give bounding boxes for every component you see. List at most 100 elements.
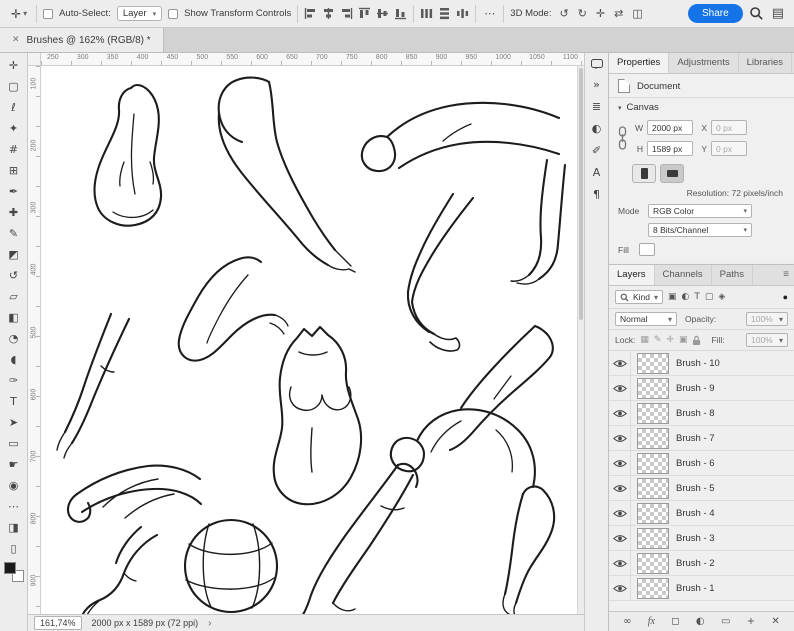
layer-row[interactable]: Brush - 9 xyxy=(609,376,794,401)
color-mode-dropdown[interactable]: RGB Color ▾ xyxy=(648,204,752,218)
layer-thumbnail[interactable] xyxy=(637,527,669,549)
vertical-ruler[interactable]: 100 200 300 400 500 600 700 800 900 xyxy=(28,66,41,614)
distribute-vertical-icon[interactable] xyxy=(438,7,451,20)
canvas-fill-swatch[interactable] xyxy=(638,243,655,256)
current-tool-button[interactable]: ✛ ▾ xyxy=(8,5,30,23)
lock-all-icon[interactable] xyxy=(692,335,701,346)
3d-drag-icon[interactable]: ✛ xyxy=(594,7,607,20)
layer-row[interactable]: Brush - 10 xyxy=(609,351,794,376)
comment-icon[interactable] xyxy=(590,59,603,69)
clone-stamp-tool[interactable]: ◩ xyxy=(2,244,26,265)
layer-name[interactable]: Brush - 5 xyxy=(676,483,715,494)
history-brush-tool[interactable]: ↺ xyxy=(2,265,26,286)
layer-visibility-toggle[interactable] xyxy=(609,551,631,575)
layer-name[interactable]: Brush - 8 xyxy=(676,408,715,419)
filter-shape-layers-icon[interactable]: ▢ xyxy=(704,292,715,302)
share-button[interactable]: Share xyxy=(688,4,743,23)
align-right-icon[interactable] xyxy=(340,7,353,20)
landscape-orientation-button[interactable] xyxy=(660,164,684,183)
marquee-tool[interactable]: ▢ xyxy=(2,76,26,97)
frame-tool[interactable]: ⊞ xyxy=(2,160,26,181)
healing-brush-tool[interactable]: ✚ xyxy=(2,202,26,223)
layer-visibility-toggle[interactable] xyxy=(609,351,631,375)
dodge-tool[interactable]: ◖ xyxy=(2,349,26,370)
lock-pixels-icon[interactable]: ✎ xyxy=(653,335,663,345)
link-layers-icon[interactable]: ∞ xyxy=(623,616,631,627)
add-mask-icon[interactable]: ◻ xyxy=(671,616,679,627)
portrait-orientation-button[interactable] xyxy=(632,164,656,183)
tab-paths[interactable]: Paths xyxy=(712,265,753,285)
shape-tool[interactable]: ▭ xyxy=(2,433,26,454)
layer-visibility-toggle[interactable] xyxy=(609,476,631,500)
width-input[interactable] xyxy=(647,120,693,135)
brush-settings-icon[interactable]: ✐ xyxy=(590,143,603,158)
section-collapse-icon[interactable]: ▾ xyxy=(618,104,622,112)
layer-row[interactable]: Brush - 5 xyxy=(609,476,794,501)
filter-smart-objects-icon[interactable]: ◈ xyxy=(717,292,726,302)
gradient-tool[interactable]: ◧ xyxy=(2,307,26,328)
layer-thumbnail[interactable] xyxy=(637,577,669,599)
lock-artboard-icon[interactable]: ▣ xyxy=(678,335,689,345)
panel-menu-icon[interactable]: ≡ xyxy=(778,265,794,285)
height-input[interactable] xyxy=(647,141,693,156)
align-center-h-icon[interactable] xyxy=(322,7,335,20)
layer-name[interactable]: Brush - 6 xyxy=(676,458,715,469)
y-input[interactable] xyxy=(711,141,747,156)
distribute-spacing-icon[interactable] xyxy=(456,7,469,20)
hand-tool[interactable]: ☛ xyxy=(2,454,26,475)
search-icon[interactable] xyxy=(749,6,764,21)
auto-select-target-dropdown[interactable]: Layer ▾ xyxy=(116,6,163,21)
filter-pixel-layers-icon[interactable]: ▣ xyxy=(667,292,678,302)
layer-visibility-toggle[interactable] xyxy=(609,426,631,450)
edit-toolbar-icon[interactable]: ⋯ xyxy=(2,496,26,517)
new-adjustment-icon[interactable]: ◐ xyxy=(696,616,705,627)
3d-orbit-icon[interactable]: ↺ xyxy=(557,7,570,20)
layer-visibility-toggle[interactable] xyxy=(609,451,631,475)
character-panel-icon[interactable]: A xyxy=(591,165,603,180)
adjustments-strip-icon[interactable]: ◐ xyxy=(590,121,604,136)
layer-name[interactable]: Brush - 1 xyxy=(676,583,715,594)
zoom-tool[interactable]: ◉ xyxy=(2,475,26,496)
align-middle-icon[interactable] xyxy=(376,7,389,20)
paragraph-panel-icon[interactable]: ¶ xyxy=(591,187,602,202)
filter-type-layers-icon[interactable]: T xyxy=(693,292,701,302)
show-transform-controls-checkbox[interactable] xyxy=(168,8,179,19)
filter-adjustment-layers-icon[interactable]: ◐ xyxy=(681,292,691,302)
more-align-options-button[interactable]: ⋯ xyxy=(482,7,497,20)
horizontal-ruler[interactable]: 250 300 350 400 450 500 550 600 650 700 750 800 850 9… xyxy=(41,53,584,65)
quick-mask-icon[interactable]: ◨ xyxy=(2,517,26,538)
lock-transparency-icon[interactable]: ▦ xyxy=(639,335,650,345)
type-tool[interactable]: T xyxy=(2,391,26,412)
blur-tool[interactable]: ◔ xyxy=(2,328,26,349)
layer-name[interactable]: Brush - 10 xyxy=(676,358,720,369)
brush-tool[interactable]: ✎ xyxy=(2,223,26,244)
3d-scale-icon[interactable]: ◫ xyxy=(630,7,644,20)
layer-name[interactable]: Brush - 3 xyxy=(676,533,715,544)
filter-kind-dropdown[interactable]: Kind ▾ xyxy=(615,290,664,304)
eyedropper-tool[interactable]: ✒ xyxy=(2,181,26,202)
align-bottom-icon[interactable] xyxy=(394,7,407,20)
layer-row[interactable]: Brush - 6 xyxy=(609,451,794,476)
filter-toggle-icon[interactable]: ● xyxy=(783,292,788,302)
workspace-switcher-icon[interactable]: ▤ xyxy=(770,6,786,21)
layer-visibility-toggle[interactable] xyxy=(609,526,631,550)
layer-effects-icon[interactable]: fx xyxy=(648,616,655,627)
align-left-icon[interactable] xyxy=(304,7,317,20)
align-top-icon[interactable] xyxy=(358,7,371,20)
distribute-horizontal-icon[interactable] xyxy=(420,7,433,20)
close-tab-icon[interactable]: ✕ xyxy=(12,35,20,45)
auto-select-checkbox[interactable] xyxy=(43,8,54,19)
layer-visibility-toggle[interactable] xyxy=(609,401,631,425)
vertical-scrollbar[interactable] xyxy=(577,66,584,614)
layer-thumbnail[interactable] xyxy=(637,502,669,524)
layer-thumbnail[interactable] xyxy=(637,377,669,399)
tab-adjustments[interactable]: Adjustments xyxy=(669,53,739,73)
layer-thumbnail[interactable] xyxy=(637,477,669,499)
pen-tool[interactable]: ✑ xyxy=(2,370,26,391)
document-tab[interactable]: ✕ Brushes @ 162% (RGB/8) * xyxy=(0,28,164,52)
layer-visibility-toggle[interactable] xyxy=(609,376,631,400)
screen-mode-icon[interactable]: ▯ xyxy=(2,538,26,559)
tab-properties[interactable]: Properties xyxy=(609,53,670,73)
layer-row[interactable]: Brush - 8 xyxy=(609,401,794,426)
eraser-tool[interactable]: ▱ xyxy=(2,286,26,307)
